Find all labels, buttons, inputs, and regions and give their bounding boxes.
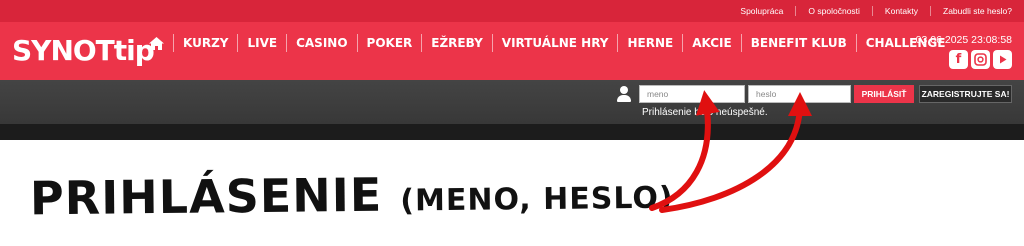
arrow-to-username [649, 90, 720, 211]
arrow-to-password [659, 92, 812, 213]
annotation-arrows [649, 90, 812, 213]
